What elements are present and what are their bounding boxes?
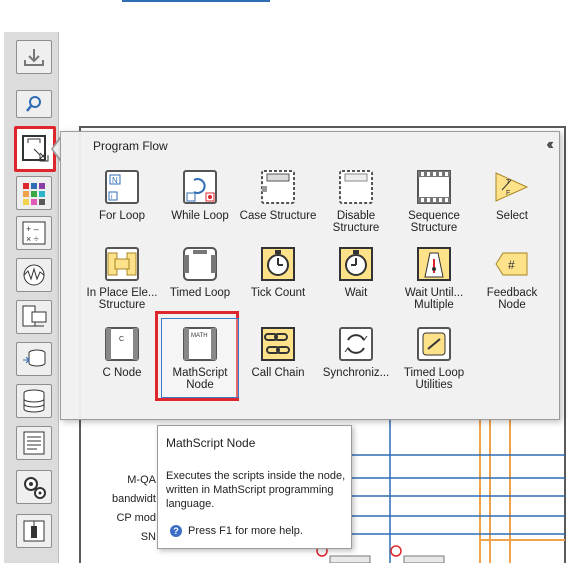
sequence-structure-icon [417,170,451,204]
timed-loop-utilities-icon [417,327,451,361]
numeric-palette-icon[interactable] [16,176,52,210]
palette-item-label: Call Chain [251,367,305,379]
palette-item-label: MathScript Node [172,367,228,391]
palette-item-label: Select [496,210,528,222]
while-loop-icon [183,170,217,204]
palette-item-label: For Loop [98,210,146,222]
palette-item-select[interactable]: TF Select [473,168,551,222]
palette-item-synchronization[interactable]: Synchroniz... [317,325,395,379]
signal-analysis-icon[interactable] [16,258,52,292]
case-structure-icon [261,170,295,204]
application-control-icon[interactable] [16,514,52,548]
svg-text:+ –: + – [26,224,39,234]
svg-text:F: F [506,190,510,197]
svg-text:C: C [119,336,124,343]
diagram-label: SN [140,531,156,543]
select-icon: TF [495,172,529,202]
svg-text:× ÷: × ÷ [26,234,39,244]
palette-item-feedback-node[interactable]: # Feedback Node [473,245,551,311]
feedback-node-icon: # [495,252,528,276]
tooltip-help-text: Press F1 for more help. [188,525,303,537]
tick-count-icon [261,247,295,281]
palette-item-wait[interactable]: Wait [317,245,395,299]
palette-item-label: Synchroniz... [322,367,390,379]
search-icon[interactable] [16,90,52,118]
hardware-io-icon[interactable] [16,300,52,334]
palette-item-for-loop[interactable]: Ni For Loop [83,168,161,222]
program-flow-palette: Program Flow ‹‹ Ni For Loop While Loop C… [60,131,560,420]
c-node-icon: C [105,327,139,361]
svg-text:N: N [112,176,118,185]
palette-title: Program Flow [93,139,168,153]
palette-item-label: Disable Structure [332,210,380,234]
svg-text:#: # [508,258,515,272]
collapse-icon[interactable]: ‹‹ [546,136,553,154]
palette-item-label: Timed Loop [169,287,231,299]
palette-item-label: C Node [102,367,142,379]
help-icon: ? [170,525,182,537]
call-chain-icon [261,327,295,361]
tooltip-help: ? Press F1 for more help. [170,525,303,537]
palette-item-label: While Loop [171,210,229,222]
palette-item-case-structure[interactable]: Case Structure [239,168,317,222]
functions-palette-sidebar: + – × ÷ [4,32,59,563]
database-icon[interactable] [16,384,52,418]
download-icon[interactable] [16,40,52,74]
diagram-label: bandwidt [111,493,156,505]
palette-item-while-loop[interactable]: While Loop [161,168,239,222]
in-place-element-icon [105,247,139,281]
palette-item-in-place-element[interactable]: In Place Ele... Structure [83,245,161,311]
palette-item-label: Wait [344,287,368,299]
math-palette-icon[interactable]: + – × ÷ [16,216,52,250]
wait-until-multiple-icon [417,247,451,281]
palette-item-label: In Place Ele... Structure [86,287,158,311]
synchronization-icon [339,327,373,361]
palette-item-sequence-structure[interactable]: Sequence Structure [395,168,473,234]
program-flow-category-icon[interactable] [14,126,56,172]
disable-structure-icon [339,170,373,204]
palette-item-call-chain[interactable]: Call Chain [239,325,317,379]
data-communication-icon[interactable] [16,342,52,376]
palette-item-label: Case Structure [239,210,317,222]
palette-item-mathscript-node[interactable]: MATH MathScript Node [161,325,239,391]
palette-item-label: Feedback Node [486,287,538,311]
palette-item-wait-until-multiple[interactable]: Wait Until... Multiple [395,245,473,311]
svg-text:MATH: MATH [191,333,208,339]
mathscript-node-icon: MATH [183,327,217,361]
report-generation-icon[interactable] [16,426,52,460]
settings-gears-icon[interactable] [16,470,52,504]
palette-item-label: Timed Loop Utilities [403,367,465,391]
timed-loop-icon [183,247,217,281]
palette-item-disable-structure[interactable]: Disable Structure [317,168,395,234]
help-tooltip: MathScript Node Executes the scripts ins… [157,425,352,549]
tooltip-body: Executes the scripts inside the node, wr… [166,470,346,510]
diagram-label: M-QA [127,474,156,486]
for-loop-icon: Ni [105,170,139,204]
palette-item-label: Tick Count [250,287,306,299]
wait-icon [339,247,373,281]
palette-item-label: Sequence Structure [408,210,460,234]
palette-item-label: Wait Until... Multiple [404,287,464,311]
palette-item-timed-loop[interactable]: Timed Loop [161,245,239,299]
tooltip-title: MathScript Node [166,436,256,450]
palette-item-tick-count[interactable]: Tick Count [239,245,317,299]
palette-item-timed-loop-utilities[interactable]: Timed Loop Utilities [395,325,473,391]
palette-item-c-node[interactable]: C C Node [83,325,161,379]
diagram-label: CP mod [116,512,156,524]
